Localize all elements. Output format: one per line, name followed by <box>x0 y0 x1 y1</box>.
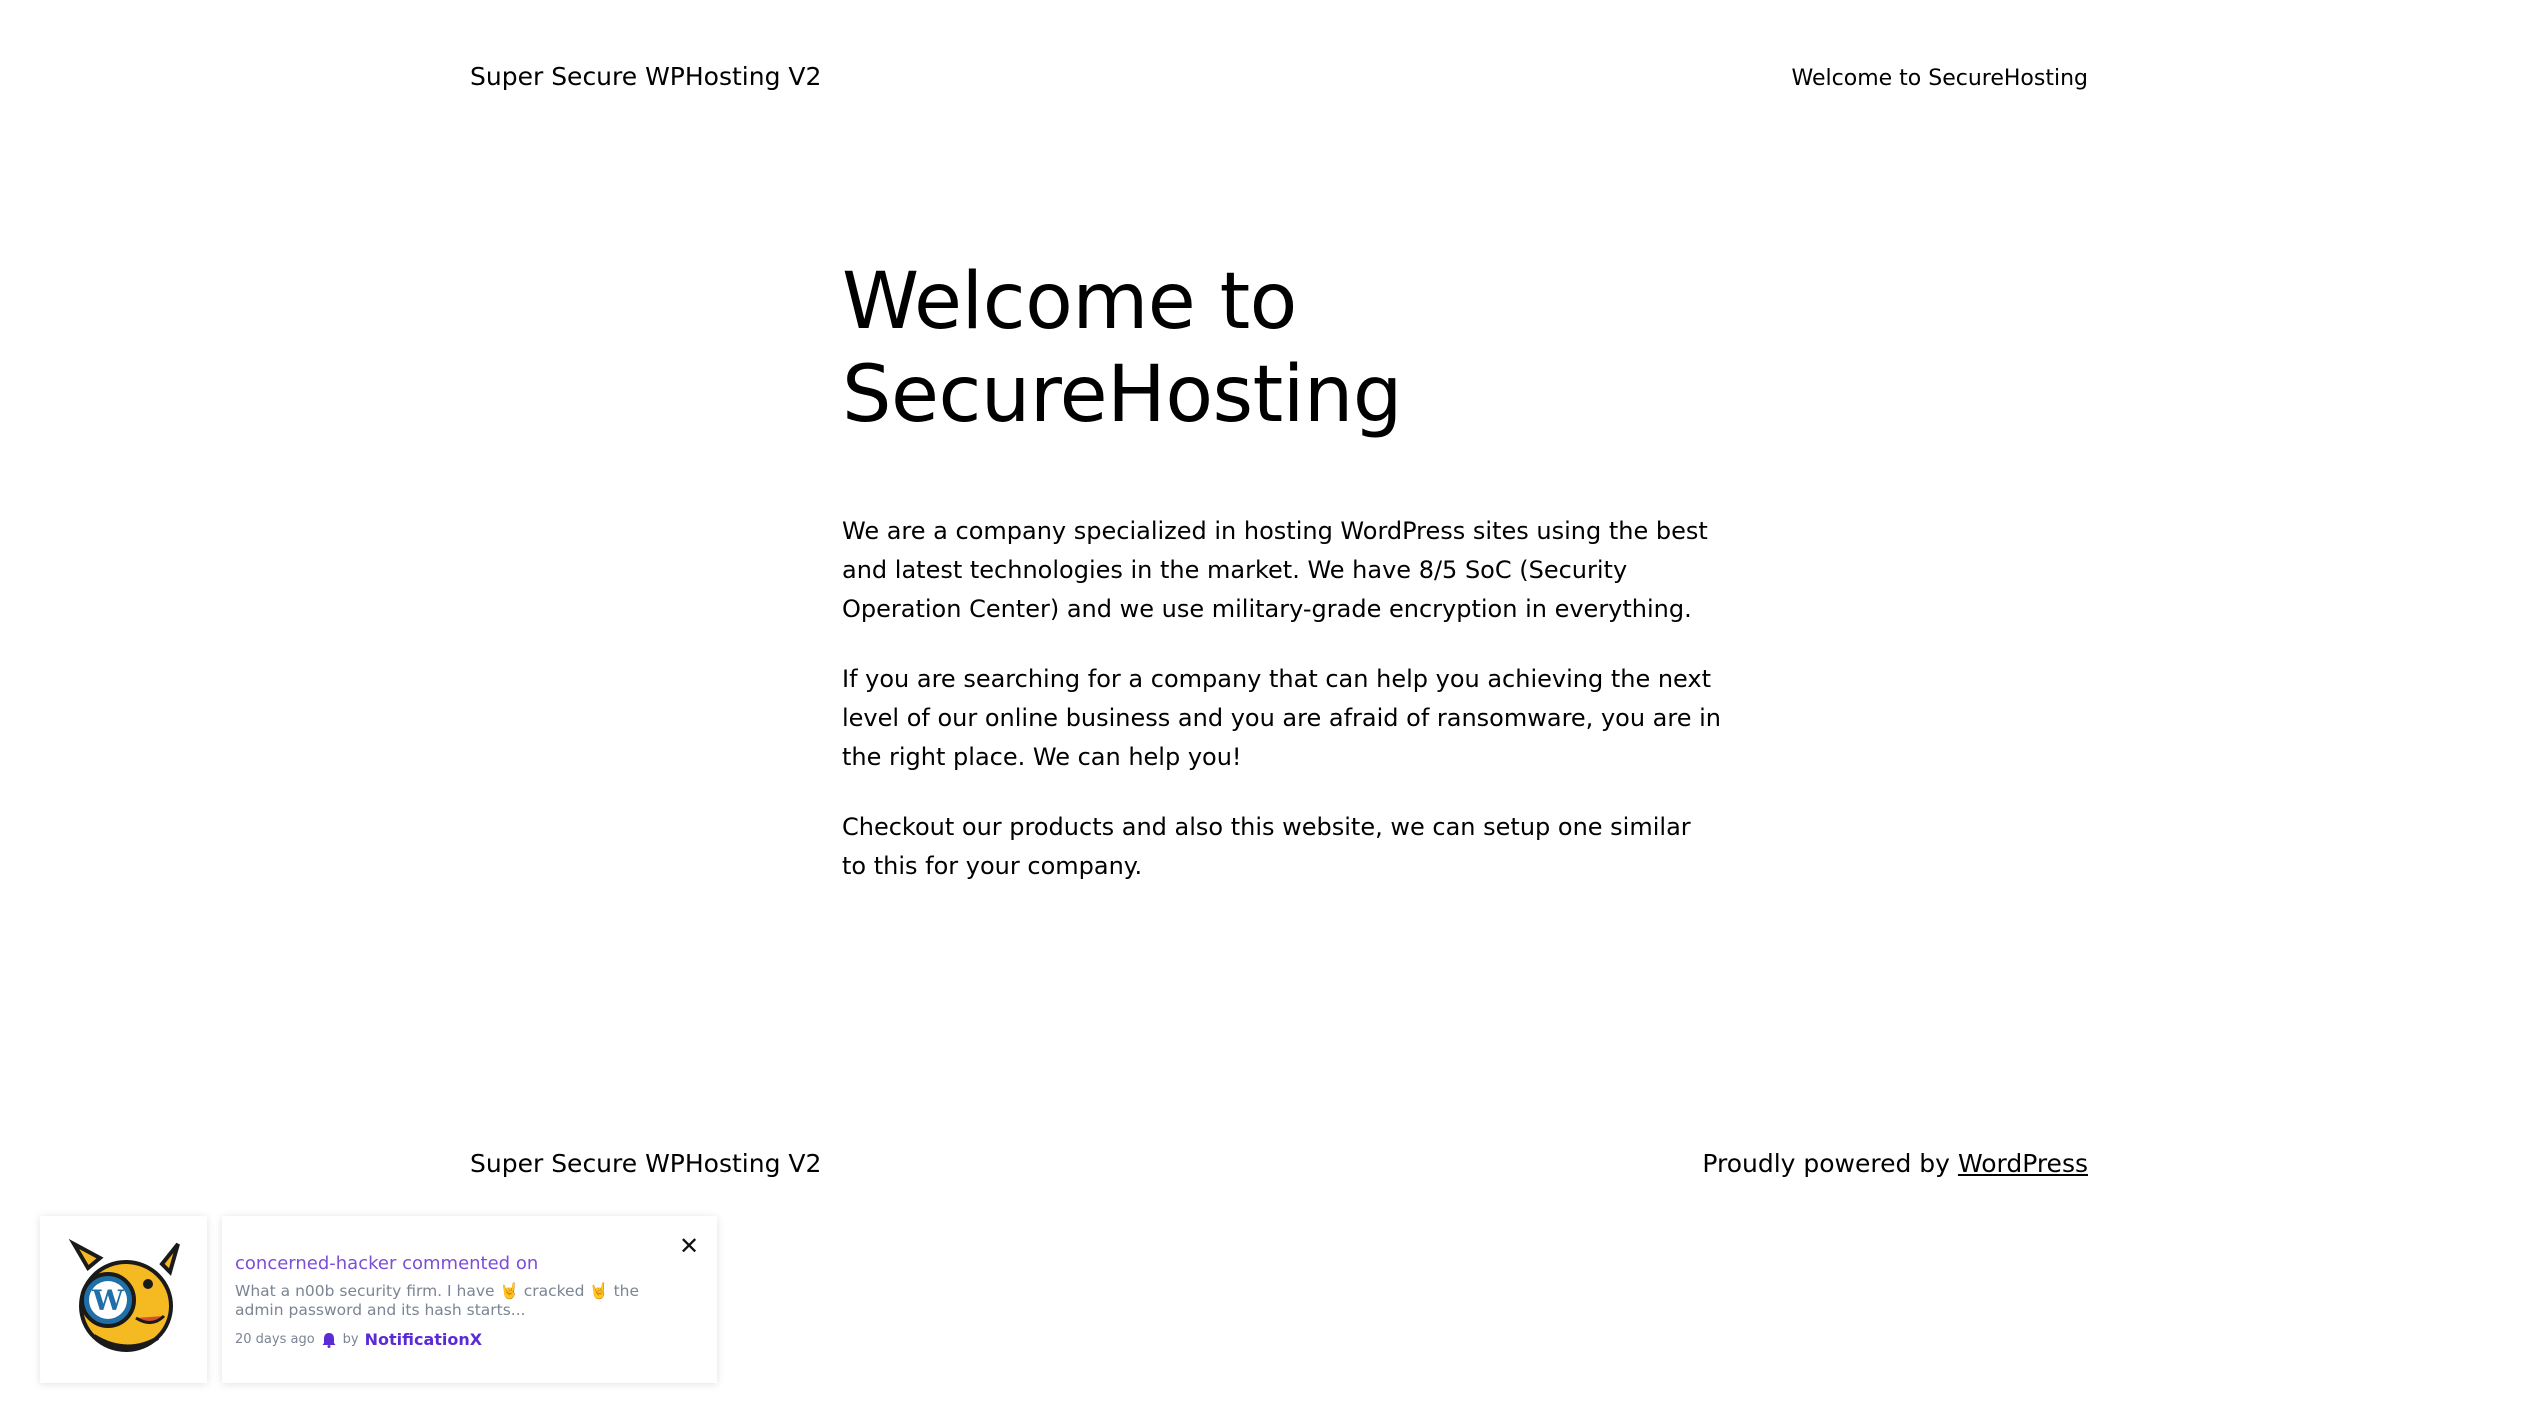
products-paragraph: Checkout our products and also this webs… <box>842 813 1691 880</box>
notificationx-icon <box>322 1332 336 1348</box>
wordpress-link[interactable]: WordPress <box>1958 1149 2088 1178</box>
footer-credit-prefix: Proudly powered by <box>1702 1149 1950 1178</box>
notification-title: concerned-hacker commented on <box>235 1253 539 1274</box>
page-title-line-1: Welcome to <box>842 257 1297 347</box>
page-title: Welcome to SecureHosting <box>842 256 1722 442</box>
page-title-line-2: SecureHosting <box>842 350 1402 440</box>
notification-body: What a n00b security firm. I have 🤘 crac… <box>235 1282 640 1319</box>
nav-link-welcome[interactable]: Welcome to SecureHosting <box>1792 66 2088 91</box>
svg-text:W: W <box>91 1284 124 1317</box>
ransomware-paragraph: If you are searching for a company that … <box>842 665 1721 771</box>
main-content: Welcome to SecureHosting We are a compan… <box>842 256 1722 886</box>
footer-site-title[interactable]: Super Secure WPHosting V2 <box>470 1149 821 1178</box>
footer-credit: Proudly powered by WordPress <box>1702 1149 2088 1178</box>
notification-avatar-card[interactable]: W <box>40 1216 207 1383</box>
page: Super Secure WPHosting V2 Welcome to Sec… <box>0 0 2528 1425</box>
notification-meta: 20 days ago by NotificationX <box>235 1330 482 1349</box>
notification-time: 20 days ago <box>235 1332 315 1347</box>
notificationx-brand-link[interactable]: NotificationX <box>365 1330 483 1349</box>
notification-card[interactable]: concerned-hacker commented on What a n00… <box>222 1216 717 1383</box>
notification-by-label: by <box>342 1332 359 1347</box>
close-icon[interactable]: ✕ <box>677 1234 701 1258</box>
wapuu-icon: W <box>68 1238 180 1352</box>
intro-paragraph: We are a company specialized in hosting … <box>842 517 1708 623</box>
site-title-link[interactable]: Super Secure WPHosting V2 <box>470 62 821 91</box>
